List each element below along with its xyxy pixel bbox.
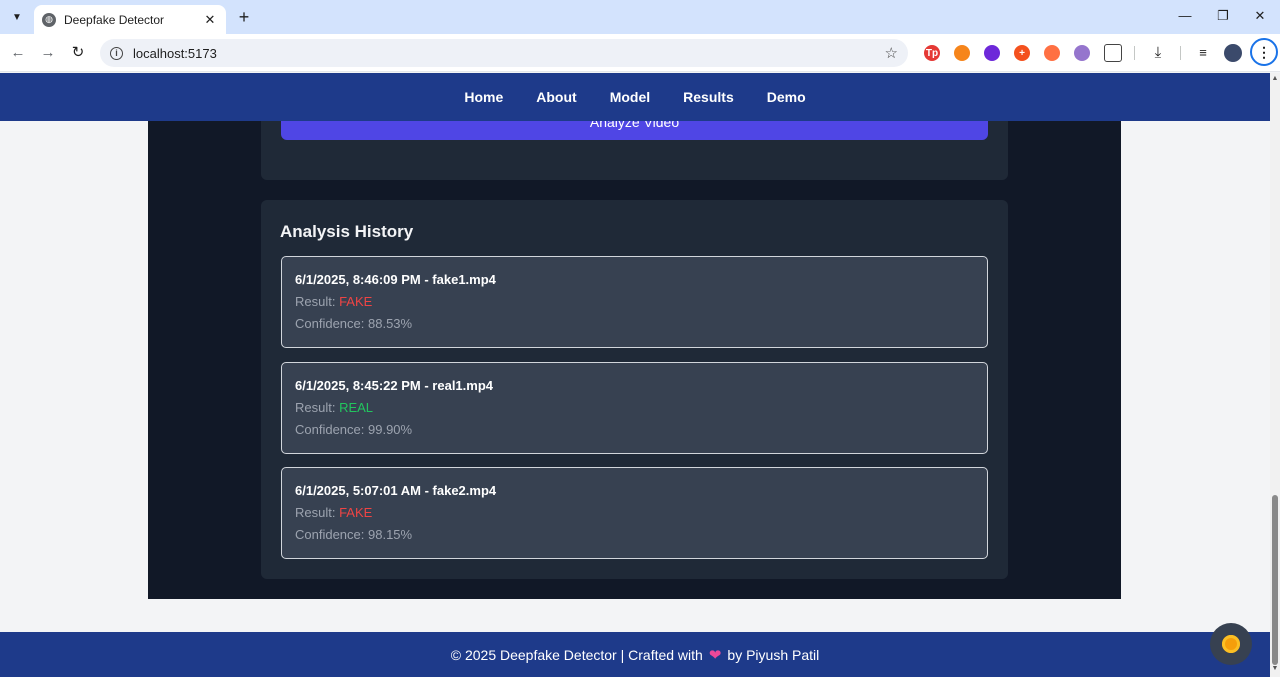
history-item: 6/1/2025, 8:46:09 PM - fake1.mp4 Result:…	[281, 256, 988, 348]
nav-link-demo[interactable]: Demo	[767, 89, 806, 105]
history-item-result: Result: FAKE	[295, 294, 974, 309]
address-bar[interactable]: i localhost:5173 ☆	[100, 39, 908, 67]
circle-extension-icon[interactable]	[984, 45, 1000, 61]
footer-author: by Piyush Patil	[727, 646, 820, 663]
demo-section: Analyze Video Analysis History 6/1/2025,…	[148, 101, 1121, 599]
tab-search-chevron-icon[interactable]: ▼	[6, 7, 28, 27]
scroll-down-arrow-icon[interactable]: ▼	[1271, 665, 1279, 672]
history-item-result: Result: FAKE	[295, 505, 974, 520]
scrollbar-thumb[interactable]	[1272, 495, 1278, 665]
tab-close-icon[interactable]: ✕	[202, 12, 218, 28]
nav-link-about[interactable]: About	[536, 89, 576, 105]
site-info-icon[interactable]: i	[110, 46, 123, 60]
minimize-icon[interactable]: —	[1175, 8, 1195, 23]
browser-tab[interactable]: ◍ Deepfake Detector ✕	[34, 5, 226, 34]
browser-toolbar: ← → ↻ i localhost:5173 ☆ Tp + ⤓ ≡ ⋮	[0, 34, 1280, 72]
bookmark-star-icon[interactable]: ☆	[885, 44, 898, 62]
history-title: Analysis History	[280, 222, 414, 241]
result-label: Result:	[295, 505, 340, 520]
result-value: FAKE	[339, 294, 373, 309]
restore-icon[interactable]: ❐	[1213, 8, 1233, 24]
extensions-puzzle-icon[interactable]	[1104, 44, 1122, 62]
history-item-confidence: Confidence: 98.15%	[295, 527, 413, 542]
url-text[interactable]: localhost:5173	[133, 46, 885, 61]
history-item-result: Result: REAL	[295, 400, 974, 415]
reload-icon[interactable]: ↻	[68, 43, 88, 63]
result-value: FAKE	[339, 505, 373, 520]
tab-title: Deepfake Detector	[64, 12, 165, 27]
browser-menu-icon[interactable]: ⋮	[1250, 38, 1278, 66]
tp-extension-icon[interactable]: Tp	[924, 45, 940, 61]
media-control-icon[interactable]: ≡	[1193, 43, 1213, 63]
nav-link-model[interactable]: Model	[610, 89, 650, 105]
forward-arrow-icon[interactable]: →	[38, 43, 58, 63]
plus-extension-icon[interactable]: +	[1014, 45, 1030, 61]
profile-avatar[interactable]	[1224, 44, 1242, 62]
download-icon[interactable]: ⤓	[1148, 43, 1168, 63]
history-item-title: 6/1/2025, 5:07:01 AM - fake2.mp4	[295, 483, 497, 498]
nav-link-home[interactable]: Home	[464, 89, 503, 105]
footer-copyright: © 2025 Deepfake Detector | Crafted with	[450, 646, 703, 663]
page-scrollbar[interactable]: ▲ ▼	[1270, 73, 1280, 677]
history-item-title: 6/1/2025, 8:46:09 PM - fake1.mp4	[295, 272, 496, 287]
site-navbar: Home About Model Results Demo	[0, 73, 1270, 121]
history-item-confidence: Confidence: 99.90%	[295, 422, 413, 437]
toolbar-divider	[1180, 46, 1181, 60]
history-item: 6/1/2025, 8:45:22 PM - real1.mp4 Result:…	[281, 362, 988, 454]
history-item-confidence: Confidence: 88.53%	[295, 316, 413, 331]
result-value: REAL	[339, 400, 374, 415]
history-item: 6/1/2025, 5:07:01 AM - fake2.mp4 Result:…	[281, 467, 988, 559]
heart-icon: ❤	[708, 646, 722, 664]
scroll-up-arrow-icon[interactable]: ▲	[1271, 75, 1279, 82]
analysis-history-card: Analysis History 6/1/2025, 8:46:09 PM - …	[261, 200, 1008, 579]
toolbar-divider	[1134, 46, 1135, 60]
browser-tab-bar: ▼ ◍ Deepfake Detector ✕ + — ❐ ✕	[0, 0, 1280, 34]
new-tab-plus-icon[interactable]: +	[234, 7, 254, 27]
nav-link-results[interactable]: Results	[683, 89, 734, 105]
globe-icon: ◍	[42, 12, 56, 27]
metamask-icon[interactable]	[954, 45, 970, 61]
result-label: Result:	[295, 400, 340, 415]
site-footer: © 2025 Deepfake Detector | Crafted with …	[0, 632, 1270, 677]
history-item-title: 6/1/2025, 8:45:22 PM - real1.mp4	[295, 378, 494, 393]
flame-extension-icon[interactable]	[1044, 45, 1060, 61]
page-viewport: Home About Model Results Demo Analyze Vi…	[0, 73, 1270, 677]
theme-toggle-button[interactable]	[1210, 623, 1252, 665]
back-arrow-icon[interactable]: ←	[8, 43, 28, 63]
sun-icon	[1222, 635, 1240, 653]
ghost-extension-icon[interactable]	[1074, 45, 1090, 61]
window-close-icon[interactable]: ✕	[1250, 8, 1270, 24]
result-label: Result:	[295, 294, 340, 309]
